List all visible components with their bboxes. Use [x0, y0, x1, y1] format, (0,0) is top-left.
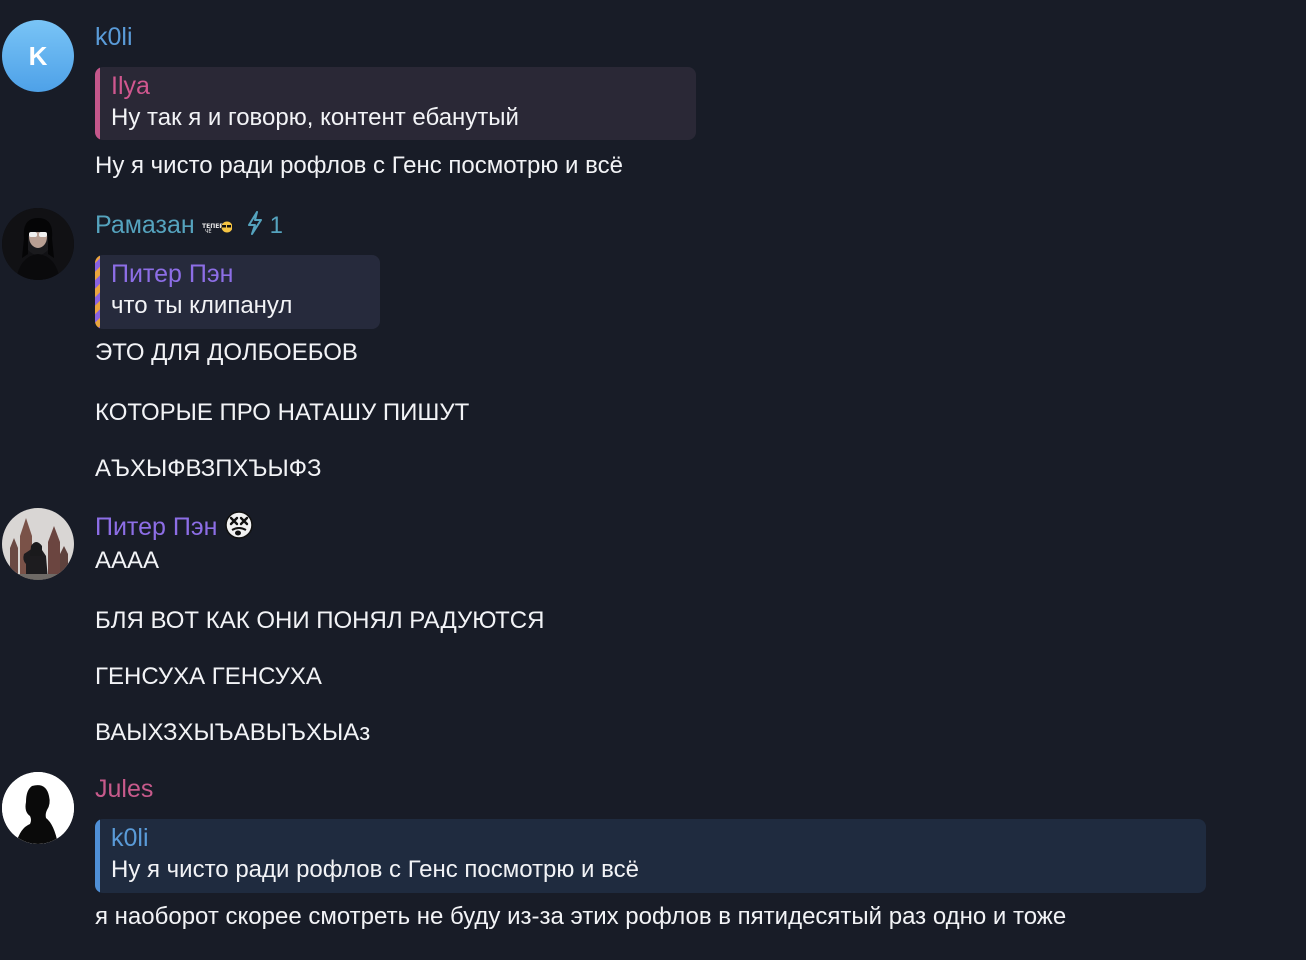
reply-text: Ну так я и говорю, контент ебанутый — [111, 104, 519, 131]
boost-count: 1 — [269, 212, 283, 239]
avatar[interactable]: K — [2, 20, 74, 92]
reply-text: что ты клипанул — [111, 292, 293, 319]
dizzy-face-emoji-icon — [224, 510, 254, 547]
reply-quote[interactable]: Питер Пэн что ты клипанул — [95, 255, 380, 329]
message-text: я наоборот скорее смотреть не буду из-за… — [95, 903, 1067, 930]
reply-author: Ilya — [111, 72, 150, 100]
message-text: АААА — [95, 547, 160, 574]
sunglasses-sticker-icon: ТЕПЕРЬ ЧЁ — [202, 211, 233, 241]
message-text: АЪХЫФВЗПХЪЫФЗ — [95, 455, 322, 482]
avatar[interactable] — [2, 208, 74, 280]
svg-text:ЧЁ: ЧЁ — [205, 228, 212, 234]
reply-bar — [95, 819, 100, 893]
avatar-letter: K — [28, 40, 48, 71]
message-text: ЭТО ДЛЯ ДОЛБОЕБОВ — [95, 339, 358, 366]
reply-text: Ну я чисто ради рофлов с Генс посмотрю и… — [111, 856, 639, 883]
avatar[interactable] — [2, 508, 74, 580]
message-text: БЛЯ ВОТ КАК ОНИ ПОНЯЛ РАДУЮТСЯ — [95, 607, 545, 634]
message-text: КОТОРЫЕ ПРО НАТАШУ ПИШУТ — [95, 399, 470, 426]
author-name[interactable]: Jules — [95, 774, 153, 804]
author-name[interactable]: Рамазан ТЕПЕРЬ ЧЁ 1 — [95, 210, 283, 242]
lightning-icon — [247, 210, 263, 242]
reply-author: Питер Пэн — [111, 260, 234, 288]
author-name[interactable]: Питер Пэн — [95, 510, 254, 547]
reply-bar — [95, 255, 100, 329]
reply-quote[interactable]: Ilya Ну так я и говорю, контент ебанутый — [95, 67, 696, 140]
reply-quote[interactable]: k0li Ну я чисто ради рофлов с Генс посмо… — [95, 819, 1206, 893]
reply-author: k0li — [111, 824, 149, 852]
author-name[interactable]: k0li — [95, 22, 133, 52]
message-text: Ну я чисто ради рофлов с Генс посмотрю и… — [95, 152, 623, 179]
author-name-text: Питер Пэн — [95, 513, 218, 542]
message-text: ГЕНСУХА ГЕНСУХА — [95, 663, 322, 690]
reply-bar — [95, 67, 100, 140]
message-text: ВАЫХЗХЫЪАВЫЪХЫАз — [95, 719, 371, 746]
avatar[interactable] — [2, 772, 74, 844]
author-name-text: Рамазан — [95, 211, 195, 239]
